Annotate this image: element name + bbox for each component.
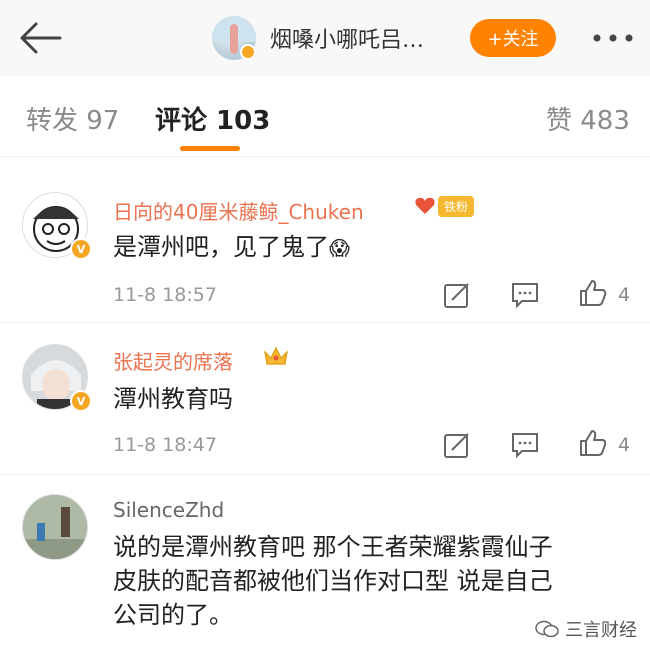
verified-badge-icon: V: [70, 238, 92, 260]
iron-fan-badge: 铁粉: [414, 194, 475, 218]
emoji-icon: 😱: [329, 236, 350, 260]
comment-text: 潭州教育吗: [113, 385, 233, 413]
verified-badge-icon: V: [70, 390, 92, 412]
more-dots-icon[interactable]: [592, 30, 634, 46]
comment-text: 说的是潭州教育吧 那个王者荣耀紫霞仙子 皮肤的配音都被他们当作对口型 说是自己 …: [113, 533, 553, 629]
repost-icon[interactable]: [442, 430, 472, 460]
divider: [0, 322, 650, 323]
repost-icon[interactable]: [442, 280, 472, 310]
commenter-name[interactable]: 张起灵的席落: [113, 346, 233, 375]
comment-icon[interactable]: [510, 280, 540, 310]
like-count: 4: [618, 284, 631, 306]
divider: [0, 474, 650, 475]
top-bar: 烟嗓小哪吒吕… +关注: [0, 0, 650, 76]
weibo-comments-page: 烟嗓小哪吒吕… +关注 转发 97 评论 103 赞 483 V 日向的40厘米…: [0, 0, 650, 655]
commenter-avatar[interactable]: [22, 494, 88, 560]
comment-time: 11-8 18:57: [113, 284, 217, 306]
author-name[interactable]: 烟嗓小哪吒吕…: [270, 22, 424, 54]
comment-text: 是潭州吧，见了鬼了😱: [113, 233, 350, 261]
tab-likes[interactable]: 赞 483: [546, 100, 630, 137]
iron-fan-label: 铁粉: [438, 195, 475, 217]
like-count: 4: [618, 434, 631, 456]
follow-button[interactable]: +关注: [470, 19, 556, 57]
thumbs-up-icon[interactable]: [578, 428, 608, 458]
commenter-name[interactable]: 日向的40厘米藤鲸_Chuken: [113, 196, 364, 225]
verified-badge-icon: [240, 44, 256, 60]
divider: [0, 156, 650, 157]
photo-people-icon: [23, 495, 87, 559]
comment-time: 11-8 18:47: [113, 434, 217, 456]
active-tab-indicator: [180, 146, 240, 151]
crown-icon: [264, 346, 288, 365]
back-arrow-icon[interactable]: [16, 18, 64, 58]
commenter-name[interactable]: SilenceZhd: [113, 498, 224, 522]
tab-repost[interactable]: 转发 97: [26, 100, 119, 137]
watermark: 三言财经: [535, 616, 637, 642]
tab-comments[interactable]: 评论 103: [155, 100, 270, 137]
comment-icon[interactable]: [510, 430, 540, 460]
thumbs-up-icon[interactable]: [578, 278, 608, 308]
heart-icon: [415, 197, 435, 214]
tab-bar: 转发 97 评论 103 赞 483: [0, 76, 650, 156]
watermark-text: 三言财经: [565, 620, 637, 641]
wechat-logo-icon: [535, 620, 559, 638]
